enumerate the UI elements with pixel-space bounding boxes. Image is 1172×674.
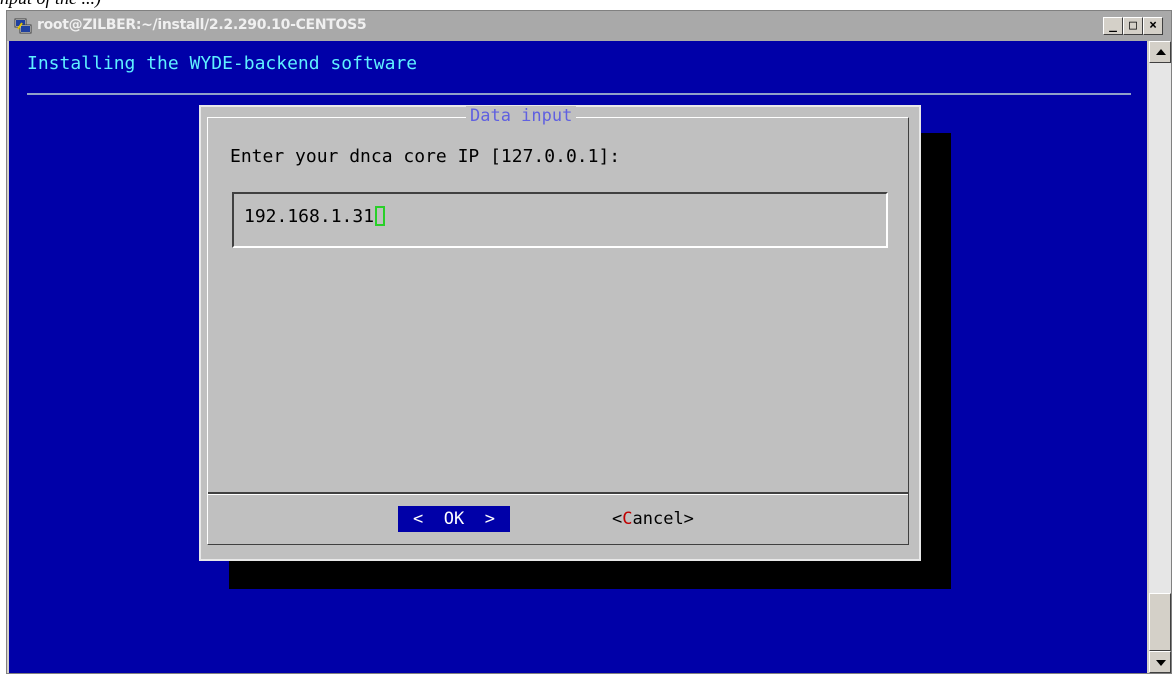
arrow-up-icon [1156,49,1166,55]
close-button[interactable]: × [1143,17,1163,35]
scroll-down-button[interactable] [1149,651,1171,673]
maximize-button[interactable]: □ [1123,17,1143,35]
data-input-dialog: Data input Enter your dnca core IP [127.… [199,105,921,561]
terminal-screen[interactable]: Installing the WYDE-backend software Dat… [9,41,1147,673]
ok-button[interactable]: < OK > [398,506,510,532]
dialog-button-bar: < OK > <Cancel> [208,492,908,544]
input-prompt: Enter your dnca core IP [127.0.0.1]: [230,146,621,167]
terminal-window: root@ZILBER:~/install/2.2.290.10-CENTOS5… [6,10,1172,674]
dialog-frame: Data input Enter your dnca core IP [127.… [207,106,909,545]
scroll-thumb[interactable] [1149,593,1171,651]
cancel-hotkey: C [622,509,633,529]
cancel-button[interactable]: <Cancel> [612,506,694,532]
ip-input-value-line: 192.168.1.31 [244,206,386,227]
dialog-title: Data input [466,106,577,126]
vertical-scrollbar[interactable] [1149,41,1171,673]
installer-header: Installing the WYDE-backend software [27,53,418,74]
arrow-down-icon [1156,660,1166,666]
cancel-prefix: < [612,509,623,529]
ip-input-field[interactable]: 192.168.1.31 [232,192,888,248]
ip-input-value: 192.168.1.31 [244,206,375,227]
text-cursor [375,206,386,226]
title-bar[interactable]: root@ZILBER:~/install/2.2.290.10-CENTOS5… [7,11,1171,41]
scroll-up-button[interactable] [1149,41,1171,63]
putty-icon [14,18,32,34]
document-text-fragment: nput of the ...) [0,0,101,9]
header-divider [27,93,1131,95]
minimize-button[interactable]: _ [1103,17,1123,35]
window-title: root@ZILBER:~/install/2.2.290.10-CENTOS5 [37,17,367,33]
cancel-rest: ancel> [632,509,694,529]
